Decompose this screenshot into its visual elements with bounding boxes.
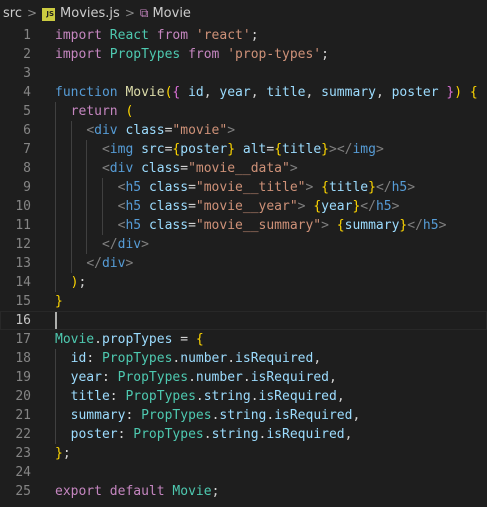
text-cursor [55,312,57,329]
code-line[interactable]: 24 [0,463,487,482]
breadcrumb: src > JS Movies.js > ⧉ Movie [0,0,487,26]
code-text: title: PropTypes.string.isRequired, [70,389,345,404]
code-line[interactable]: 5 return ( [0,102,487,121]
code-text: return ( [70,104,134,119]
code-line[interactable]: 19 year: PropTypes.number.isRequired, [0,368,487,387]
code-line[interactable]: 10 <h5 class="movie__year"> {year}</h5> [0,197,487,216]
code-line[interactable]: 6 <div class="movie"> [0,121,487,140]
code-line[interactable]: 1 import React from 'react'; [0,26,487,45]
line-number: 11 [15,218,31,233]
code-text: summary: PropTypes.string.isRequired, [70,408,361,423]
line-number: 23 [15,446,31,461]
code-text: ); [70,275,87,290]
code-text: <h5 class="movie__year"> {year}</h5> [117,199,400,214]
line-number: 13 [15,256,31,271]
code-text: function Movie({ id, year, title, summar… [55,85,478,100]
code-line[interactable]: 11 <h5 class="movie__summary"> {summary}… [0,216,487,235]
code-line[interactable]: 25 export default Movie; [0,482,487,501]
code-line[interactable]: 2 import PropTypes from 'prop-types'; [0,45,487,64]
line-number: 8 [23,161,31,176]
code-line[interactable]: 13 </div> [0,254,487,273]
breadcrumb-folder[interactable]: src [3,6,22,21]
line-number: 3 [23,66,31,81]
line-number: 17 [15,332,31,347]
code-line[interactable]: 7 <img src={poster} alt={title}></img> [0,140,487,159]
code-line[interactable]: 3 [0,64,487,83]
code-line[interactable]: 8 <div class="movie__data"> [0,159,487,178]
code-text: } [55,294,63,309]
line-number: 14 [15,275,31,290]
code-editor[interactable]: 1 import React from 'react'; 2 import PropT… [0,26,487,507]
code-line[interactable]: 22 poster: PropTypes.string.isRequired, [0,425,487,444]
code-text: year: PropTypes.number.isRequired, [70,370,337,385]
code-line[interactable]: 12 </div> [0,235,487,254]
line-number: 21 [15,408,31,423]
code-line[interactable]: 17 Movie.propTypes = { [0,330,487,349]
line-number: 9 [23,180,31,195]
code-text: <h5 class="movie__title"> {title}</h5> [117,180,416,195]
code-line[interactable]: 18 id: PropTypes.number.isRequired, [0,349,487,368]
code-text: Movie.propTypes = { [55,332,204,347]
javascript-file-icon: JS [42,7,56,21]
line-number: 20 [15,389,31,404]
code-text: export default Movie; [55,484,220,499]
chevron-right-icon: > [124,6,135,20]
line-number: 16 [15,313,31,328]
code-line[interactable]: 4 function Movie({ id, year, title, summa… [0,83,487,102]
code-text: poster: PropTypes.string.isRequired, [70,427,353,442]
code-text: }; [55,446,71,461]
code-text: <h5 class="movie__summary"> {summary}</h… [117,218,447,233]
line-number: 4 [23,85,31,100]
line-number: 15 [15,294,31,309]
code-line[interactable]: 14 ); [0,273,487,292]
breadcrumb-symbol[interactable]: Movie [152,6,190,21]
line-number: 1 [23,28,31,43]
code-line[interactable]: 21 summary: PropTypes.string.isRequired, [0,406,487,425]
code-text: <div class="movie"> [86,123,236,138]
symbol-function-icon: ⧉ [139,5,149,20]
line-number: 7 [23,142,31,157]
line-number: 10 [15,199,31,214]
chevron-right-icon: > [26,6,38,20]
line-number: 22 [15,427,31,442]
line-number: 12 [15,237,31,252]
code-text: import React from 'react'; [55,28,259,43]
line-number: 18 [15,351,31,366]
line-number: 6 [23,123,31,138]
line-number: 25 [15,484,31,499]
line-number: 5 [23,104,31,119]
line-number: 19 [15,370,31,385]
code-text: import PropTypes from 'prop-types'; [55,47,329,62]
code-text: <img src={poster} alt={title}></img> [101,142,384,157]
breadcrumb-file[interactable]: Movies.js [60,6,120,21]
code-text: id: PropTypes.number.isRequired, [70,351,322,366]
code-text: </div> [101,237,149,252]
line-number: 24 [15,465,31,480]
line-number: 2 [23,47,31,62]
code-text: <div class="movie__data"> [101,161,298,176]
code-line[interactable]: 20 title: PropTypes.string.isRequired, [0,387,487,406]
code-text: </div> [86,256,134,271]
code-line[interactable]: 9 <h5 class="movie__title"> {title}</h5> [0,178,487,197]
code-line[interactable]: 16 [0,311,487,330]
code-line[interactable]: 15} [0,292,487,311]
code-line[interactable]: 23}; [0,444,487,463]
